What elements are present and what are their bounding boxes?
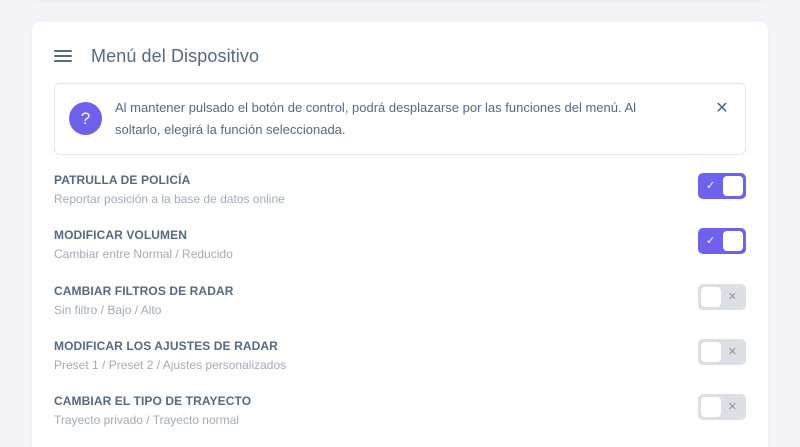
setting-subtitle: Preset 1 / Preset 2 / Ajustes personaliz… bbox=[54, 358, 287, 372]
toggle-knob bbox=[723, 176, 743, 196]
check-icon: ✓ bbox=[706, 180, 716, 192]
toggle-switch[interactable]: ✕ bbox=[698, 339, 746, 365]
info-text: Al mantener pulsado el botón de control,… bbox=[115, 100, 637, 137]
setting-radar-adjustments: MODIFICAR LOS AJUSTES DE RADAR Preset 1 … bbox=[54, 339, 746, 379]
hamburger-icon[interactable] bbox=[54, 49, 72, 63]
setting-title: CAMBIAR FILTROS DE RADAR bbox=[54, 284, 234, 298]
info-alert: ? Al mantener pulsado el botón de contro… bbox=[54, 83, 746, 155]
setting-route-type: CAMBIAR EL TIPO DE TRAYECTO Trayecto pri… bbox=[54, 394, 746, 434]
toggle-knob bbox=[723, 231, 743, 251]
x-icon: ✕ bbox=[727, 291, 737, 303]
setting-subtitle: Sin filtro / Bajo / Alto bbox=[54, 303, 162, 317]
setting-volume: MODIFICAR VOLUMEN Cambiar entre Normal /… bbox=[54, 228, 746, 268]
x-icon: ✕ bbox=[727, 346, 737, 358]
question-icon: ? bbox=[69, 102, 102, 135]
toggle-knob bbox=[701, 287, 721, 307]
x-icon: ✕ bbox=[727, 401, 737, 413]
card-header: Menú del Dispositivo bbox=[54, 44, 259, 68]
toggle-knob bbox=[701, 342, 721, 362]
setting-subtitle: Cambiar entre Normal / Reducido bbox=[54, 247, 233, 261]
setting-title: MODIFICAR LOS AJUSTES DE RADAR bbox=[54, 339, 278, 353]
device-menu-card: Menú del Dispositivo ? Al mantener pulsa… bbox=[32, 22, 768, 447]
setting-police-patrol: PATRULLA DE POLICÍA Reportar posición a … bbox=[54, 173, 746, 213]
toggle-switch[interactable]: ✓ bbox=[698, 173, 746, 199]
setting-title: PATRULLA DE POLICÍA bbox=[54, 173, 191, 187]
close-icon[interactable]: ✕ bbox=[713, 100, 731, 118]
setting-radar-filters: CAMBIAR FILTROS DE RADAR Sin filtro / Ba… bbox=[54, 284, 746, 324]
toggle-switch[interactable]: ✕ bbox=[698, 394, 746, 420]
setting-title: CAMBIAR EL TIPO DE TRAYECTO bbox=[54, 394, 252, 408]
setting-title: MODIFICAR VOLUMEN bbox=[54, 228, 188, 242]
toggle-switch[interactable]: ✓ bbox=[698, 228, 746, 254]
toggle-knob bbox=[701, 397, 721, 417]
card-title: Menú del Dispositivo bbox=[91, 45, 260, 66]
setting-subtitle: Reportar posición a la base de datos onl… bbox=[54, 192, 285, 206]
setting-subtitle: Trayecto privado / Trayecto normal bbox=[54, 413, 239, 427]
check-icon: ✓ bbox=[706, 235, 716, 247]
toggle-switch[interactable]: ✕ bbox=[698, 284, 746, 310]
